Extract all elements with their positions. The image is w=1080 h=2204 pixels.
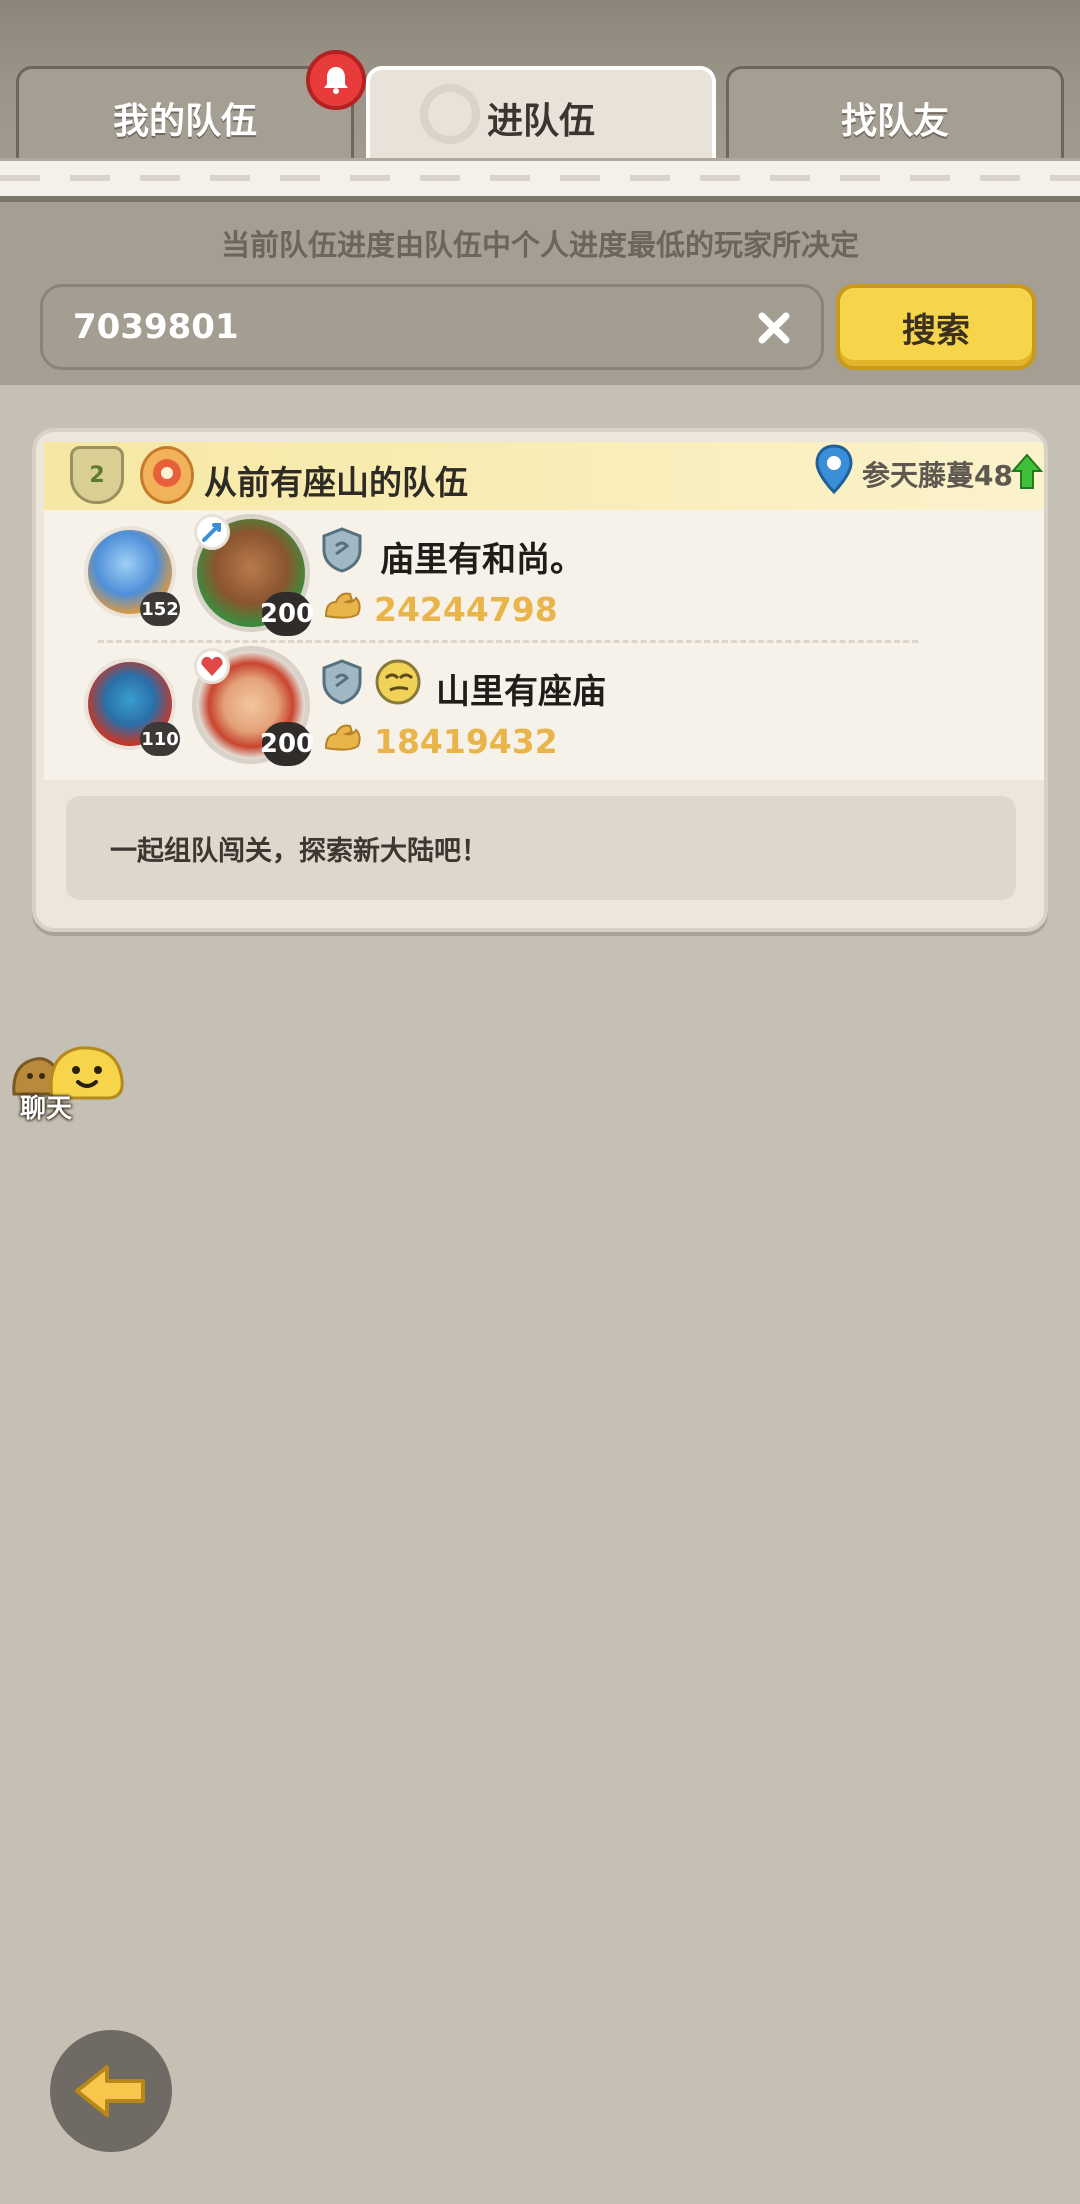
tab-watermark-icon [420, 84, 480, 144]
team-progress-hint: 当前队伍进度由队伍中个人进度最低的玩家所决定 [220, 228, 859, 262]
team-flag-icon [140, 446, 194, 504]
member-name: 山里有座庙 [436, 672, 606, 712]
team-location: 参天藤蔓48 [862, 459, 1013, 492]
tab-my-team[interactable]: 我的队伍 [16, 66, 354, 166]
team-card-header: 2 从前有座山的队伍 参天藤蔓48 [44, 442, 1044, 510]
player-level-badge: 200 [260, 592, 314, 636]
team-slogan: 一起组队闯关，探索新大陆吧！ [66, 796, 1016, 900]
heart-role-icon [194, 648, 230, 684]
tab-divider-stripe [0, 158, 1080, 202]
power-arm-icon [324, 724, 361, 751]
sword-role-icon [194, 514, 230, 550]
tab-join-team-label: 进队伍 [486, 101, 595, 142]
member-divider [98, 640, 918, 643]
power-arm-icon [324, 592, 361, 619]
shield-rank-icon [322, 659, 362, 705]
search-button-label: 搜索 [902, 310, 970, 351]
location-pin-icon [815, 444, 853, 494]
member-power: 24244798 [374, 590, 558, 629]
player-level-badge: 200 [260, 722, 314, 766]
arrow-left-icon [75, 2065, 145, 2117]
pet-level-badge: 110 [140, 722, 180, 756]
emote-face-icon [375, 659, 421, 705]
search-button[interactable]: 搜索 [836, 284, 1036, 370]
member-name: 庙里有和尚。 [380, 540, 584, 580]
team-name: 从前有座山的队伍 [204, 463, 468, 502]
team-card[interactable]: 2 从前有座山的队伍 参天藤蔓48 152 200 庙里有和尚。 2424479… [32, 428, 1048, 932]
list-item[interactable]: 152 200 庙里有和尚。 24244798 [44, 510, 1044, 643]
search-field[interactable] [40, 284, 824, 370]
rank-badge-number: 2 [89, 462, 105, 488]
arrow-up-icon [1010, 453, 1044, 489]
rank-badge-icon: 2 [70, 446, 124, 504]
member-power: 18419432 [374, 722, 558, 761]
tab-my-team-label: 我的队伍 [112, 100, 257, 142]
tab-join-team[interactable]: 进队伍 [366, 66, 716, 166]
back-button[interactable] [50, 2030, 172, 2152]
member-list: 152 200 庙里有和尚。 24244798 110 200 山里有座庙 18… [44, 510, 1044, 780]
tab-find-teammates[interactable]: 找队友 [726, 66, 1064, 166]
notification-bell-icon[interactable] [306, 50, 366, 110]
shield-rank-icon [322, 527, 362, 573]
tab-find-teammates-label: 找队友 [840, 100, 949, 142]
search-input[interactable] [73, 307, 753, 347]
list-item[interactable]: 110 200 山里有座庙 18419432 [44, 644, 1044, 776]
clear-icon[interactable] [751, 305, 797, 351]
chat-label: 聊天 [20, 1094, 73, 1124]
pet-level-badge: 152 [140, 592, 180, 626]
